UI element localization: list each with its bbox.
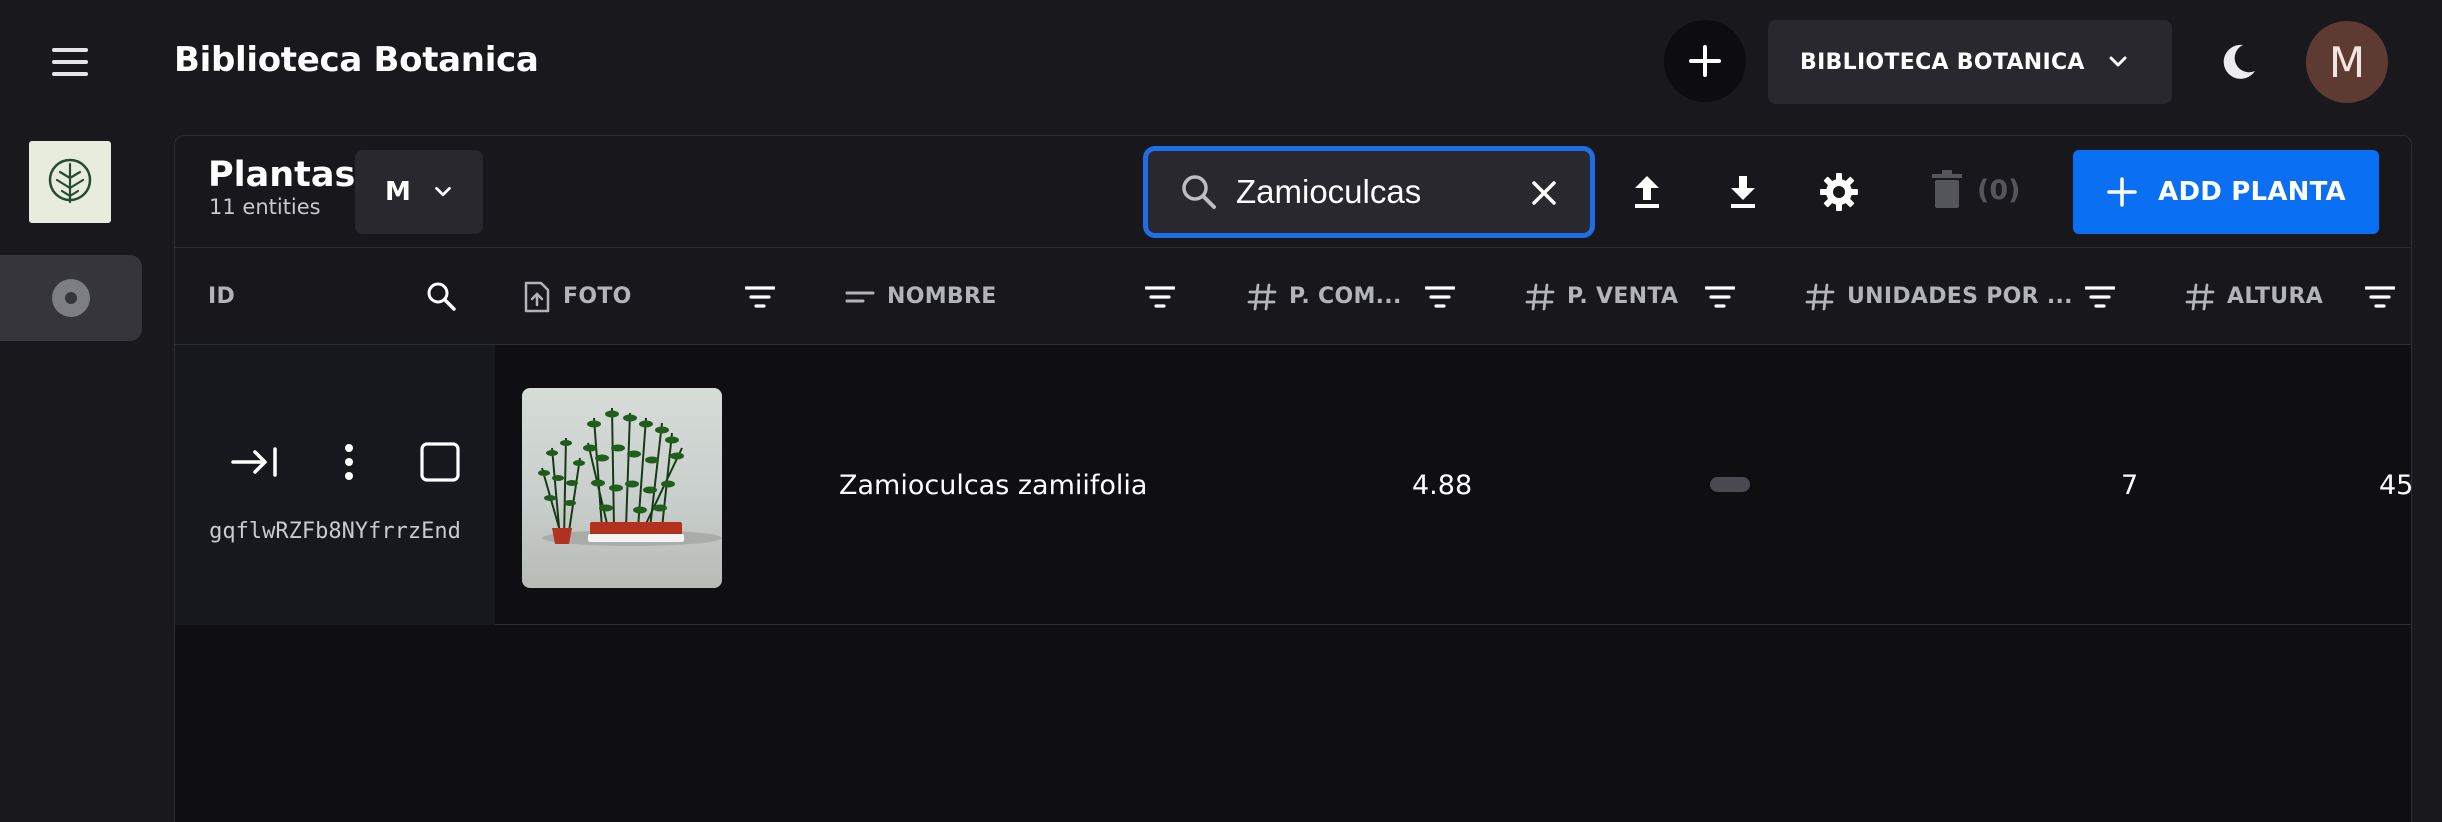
download-icon [1731,176,1755,208]
chevron-down-icon [435,186,451,197]
app-title: Biblioteca Botanica [174,40,539,80]
column-header-p-venta[interactable]: P. VENTA [1525,248,1678,345]
filter-icon[interactable] [745,284,775,310]
column-label: UNIDADES POR ... [1847,284,2073,309]
select-checkbox[interactable] [419,441,461,483]
open-entity-icon[interactable] [231,445,279,479]
plant-photo[interactable] [522,388,722,588]
column-label: NOMBRE [887,284,997,309]
avatar-initial: M [2328,37,2366,87]
menu-icon-line [52,48,88,52]
add-planta-label: ADD PLANTA [2158,177,2346,207]
unidades-cell[interactable]: 7 [2121,345,2138,625]
clear-search-icon[interactable] [1528,177,1560,209]
filter-icon[interactable] [1145,284,1175,310]
column-header-foto[interactable]: FOTO [523,248,632,345]
plant-thumbnail-image [538,407,722,546]
upload-button[interactable] [1625,170,1669,214]
collection-toolbar: Plantas 11 entities M Zamioculcas (0) AD… [175,136,2411,248]
column-label: ID [208,284,236,309]
project-selector[interactable]: BIBLIOTECA BOTANICA [1768,20,2172,104]
id-cell: gqflwRZFb8NYfrrzEnd [175,345,495,625]
search-icon [1182,175,1216,209]
menu-icon-line [52,60,88,64]
trash-icon [1932,170,1962,208]
record-icon [52,279,90,317]
column-header-p-compra[interactable]: P. COM... [1247,248,1402,345]
search-box[interactable] [1143,146,1595,238]
search-icon[interactable] [425,280,457,312]
chevron-down-icon [2109,56,2127,67]
more-vertical-icon[interactable] [343,443,355,481]
settings-button[interactable] [1817,170,1861,214]
filter-icon[interactable] [1705,284,1735,310]
column-label: P. VENTA [1567,284,1679,309]
plus-icon [1689,45,1721,77]
delete-selected-button[interactable]: (0) [1931,170,2020,210]
hash-icon [1247,282,1277,312]
avatar[interactable]: M [2306,21,2388,103]
new-button[interactable] [1664,20,1746,102]
row-actions [231,441,461,483]
gear-icon [1820,173,1858,211]
table-header: ID FOTO NOMBRE P. COM... P. VENTA UNIDAD… [175,248,2411,345]
filter-icon[interactable] [2365,284,2395,310]
column-header-altura[interactable]: ALTURA [2185,248,2323,345]
moon-icon [2223,44,2255,79]
hash-icon [1525,282,1555,312]
upload-icon [1635,176,1659,208]
column-label: FOTO [563,284,632,309]
filter-icon[interactable] [2085,284,2115,310]
dark-mode-toggle[interactable] [2214,38,2262,86]
download-button[interactable] [1721,170,1765,214]
table-row[interactable]: gqflwRZFb8NYfrrzEnd Zamioculcas zamiifol… [175,345,2411,625]
hash-icon [2185,282,2215,312]
search-input[interactable] [1236,173,1496,211]
file-upload-icon [523,281,551,313]
menu-icon-line [52,72,88,76]
rail-item-collection[interactable] [0,255,142,341]
collection-card: Plantas 11 entities M Zamioculcas (0) AD… [174,135,2412,822]
add-planta-button[interactable]: ADD PLANTA [2073,150,2379,234]
project-selector-label: BIBLIOTECA BOTANICA [1800,49,2085,75]
p-venta-empty-indicator[interactable] [1710,477,1750,492]
project-logo[interactable] [29,141,111,223]
menu-button[interactable] [40,38,100,86]
column-header-id[interactable]: ID [208,248,235,345]
tree-logo-icon [48,158,92,204]
delete-count: (0) [1977,174,2021,206]
short-text-icon [845,287,875,307]
plus-icon [2107,177,2137,207]
column-header-nombre[interactable]: NOMBRE [845,248,997,345]
p-compra-cell[interactable]: 4.88 [1412,345,1472,625]
hash-icon [1805,282,1835,312]
column-label: ALTURA [2227,284,2324,309]
collection-title: Plantas [208,155,356,195]
size-selector[interactable]: M [355,150,483,234]
size-selector-label: M [385,177,411,207]
column-label: P. COM... [1289,284,1402,309]
column-header-unidades[interactable]: UNIDADES POR ... [1805,248,2073,345]
filter-icon[interactable] [1425,284,1455,310]
altura-cell[interactable]: 45 [2379,345,2411,625]
nombre-cell[interactable]: Zamioculcas zamiifolia [839,345,1147,625]
entity-id: gqflwRZFb8NYfrrzEnd [209,519,461,544]
entity-count: 11 entities [209,195,321,219]
